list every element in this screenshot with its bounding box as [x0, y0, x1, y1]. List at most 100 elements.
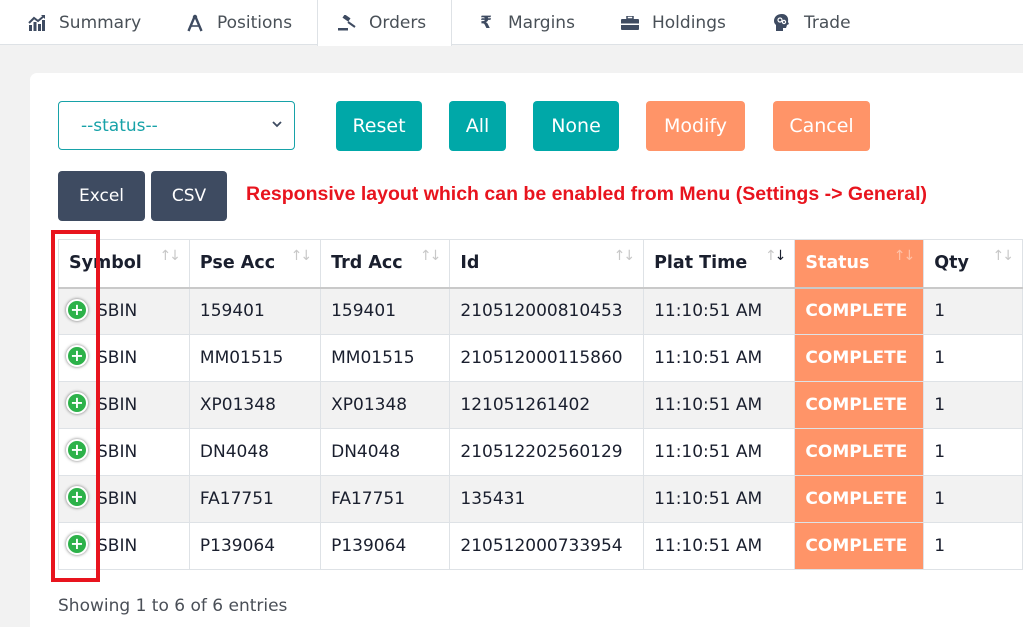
chevron-down-icon: [270, 116, 284, 136]
tab-holdings[interactable]: Holdings: [621, 0, 726, 45]
chart-line-icon: [28, 14, 46, 32]
column-header-status[interactable]: Status ↑↓: [794, 239, 925, 289]
cell-symbol: + SBIN: [58, 334, 190, 382]
table-header-row: Symbol ↑↓ Pse Acc ↑↓ Trd Acc ↑↓ Id ↑↓ Plat T…: [58, 239, 1023, 289]
cell-plat-time: 11:10:51 AM: [643, 381, 796, 429]
sort-icon: ↑↓: [159, 248, 180, 264]
cell-trd-acc: DN4048: [320, 428, 451, 476]
cell-id: 210512000810453: [449, 287, 645, 335]
cell-trd-acc: XP01348: [320, 381, 451, 429]
tab-label: Orders: [369, 13, 427, 33]
cell-qty: 1: [923, 381, 1023, 429]
tab-label: Summary: [59, 12, 142, 33]
tab-margins[interactable]: ₹ Margins: [477, 0, 575, 45]
cell-symbol: + SBIN: [58, 287, 190, 335]
rupee-icon: ₹: [480, 12, 492, 33]
briefcase-icon: [621, 14, 639, 32]
select-none-button[interactable]: None: [533, 101, 619, 151]
cell-plat-time: 11:10:51 AM: [643, 522, 796, 570]
cell-trd-acc: P139064: [320, 522, 451, 570]
status-select-value: --status--: [81, 115, 158, 136]
column-header-plat-time[interactable]: Plat Time ↑↓: [643, 239, 796, 289]
cell-pse-acc: 159401: [188, 287, 322, 335]
cell-symbol: + SBIN: [58, 522, 190, 570]
export-excel-button[interactable]: Excel: [58, 171, 145, 221]
cell-qty: 1: [923, 334, 1023, 382]
column-header-symbol[interactable]: Symbol ↑↓: [58, 239, 190, 289]
column-header-id[interactable]: Id ↑↓: [449, 239, 645, 289]
table-row[interactable]: + SBIN MM01515 MM01515 210512000115860 11…: [58, 334, 1023, 382]
responsive-layout-notice: Responsive layout which can be enabled f…: [246, 183, 928, 205]
table-info-text: Showing 1 to 6 of 6 entries: [58, 596, 288, 616]
cell-id: 210512202560129: [449, 428, 645, 476]
cancel-button[interactable]: Cancel: [773, 101, 870, 151]
cell-trd-acc: FA17751: [320, 475, 451, 523]
sort-icon: ↑↓: [290, 248, 312, 264]
table-row[interactable]: + SBIN XP01348 XP01348 121051261402 11:10…: [58, 381, 1023, 429]
expand-row-plus-icon[interactable]: +: [66, 533, 88, 555]
sort-icon: ↑↓: [419, 248, 441, 264]
cell-symbol: + SBIN: [58, 381, 190, 429]
reset-button[interactable]: Reset: [336, 101, 422, 151]
cell-pse-acc: DN4048: [188, 428, 322, 476]
table-row[interactable]: + SBIN FA17751 FA17751 135431 11:10:51 AM…: [58, 475, 1023, 523]
tab-orders[interactable]: Orders: [317, 0, 452, 46]
gavel-icon: [338, 14, 356, 32]
cell-plat-time: 11:10:51 AM: [643, 428, 796, 476]
cell-status: COMPLETE: [794, 428, 925, 476]
cell-qty: 1: [923, 428, 1023, 476]
cell-trd-acc: 159401: [320, 287, 451, 335]
compass-drafting-icon: [186, 14, 204, 32]
cell-status: COMPLETE: [794, 381, 925, 429]
cell-pse-acc: FA17751: [188, 475, 322, 523]
export-csv-button[interactable]: CSV: [151, 171, 227, 221]
cell-id: 135431: [449, 475, 645, 523]
cell-pse-acc: P139064: [188, 522, 322, 570]
cell-id: 210512000115860: [449, 334, 645, 382]
cell-status: COMPLETE: [794, 475, 925, 523]
table-row[interactable]: + SBIN P139064 P139064 210512000733954 11…: [58, 522, 1023, 570]
cell-pse-acc: MM01515: [188, 334, 322, 382]
cell-symbol: + SBIN: [58, 428, 190, 476]
cell-plat-time: 11:10:51 AM: [643, 287, 796, 335]
modify-button[interactable]: Modify: [646, 101, 745, 151]
expand-row-plus-icon[interactable]: +: [66, 392, 88, 414]
expand-row-plus-icon[interactable]: +: [66, 439, 88, 461]
cell-symbol: + SBIN: [58, 475, 190, 523]
tab-positions[interactable]: Positions: [186, 0, 292, 45]
expand-row-plus-icon[interactable]: +: [66, 298, 88, 321]
cell-qty: 1: [923, 287, 1023, 335]
brain-gears-icon: [773, 13, 791, 32]
cell-plat-time: 11:10:51 AM: [643, 334, 796, 382]
sort-descending-icon: ↑↓: [764, 248, 786, 264]
expand-row-plus-icon[interactable]: +: [66, 486, 88, 508]
table-row[interactable]: + SBIN 159401 159401 210512000810453 11:1…: [58, 287, 1023, 335]
expand-row-plus-icon[interactable]: +: [66, 345, 88, 367]
table-row[interactable]: + SBIN DN4048 DN4048 210512202560129 11:1…: [58, 428, 1023, 476]
tab-label: Holdings: [652, 12, 726, 33]
sort-icon: ↑↓: [992, 248, 1014, 264]
sort-icon: ↑↓: [613, 248, 635, 264]
orders-table: Symbol ↑↓ Pse Acc ↑↓ Trd Acc ↑↓ Id ↑↓ Plat T…: [58, 239, 1023, 570]
cell-plat-time: 11:10:51 AM: [643, 475, 796, 523]
cell-trd-acc: MM01515: [320, 334, 451, 382]
cell-status: COMPLETE: [794, 287, 925, 335]
cell-qty: 1: [923, 522, 1023, 570]
top-nav-tabs: Summary Positions Orders ₹ Margins Holdi…: [0, 0, 1023, 46]
cell-pse-acc: XP01348: [188, 381, 322, 429]
cell-status: COMPLETE: [794, 522, 925, 570]
cell-qty: 1: [923, 475, 1023, 523]
column-header-qty[interactable]: Qty ↑↓: [923, 239, 1023, 289]
tab-trade[interactable]: Trade: [773, 0, 851, 45]
tab-summary[interactable]: Summary: [28, 0, 141, 45]
sort-icon: ↑↓: [893, 248, 915, 264]
status-filter-select[interactable]: --status--: [58, 101, 295, 150]
cell-id: 121051261402: [449, 381, 645, 429]
cell-status: COMPLETE: [794, 334, 925, 382]
tab-label: Margins: [508, 12, 575, 33]
cell-id: 210512000733954: [449, 522, 645, 570]
select-all-button[interactable]: All: [449, 101, 506, 151]
column-header-trd-acc[interactable]: Trd Acc ↑↓: [320, 239, 451, 289]
column-header-pse-acc[interactable]: Pse Acc ↑↓: [188, 239, 322, 289]
tab-label: Trade: [804, 12, 851, 33]
